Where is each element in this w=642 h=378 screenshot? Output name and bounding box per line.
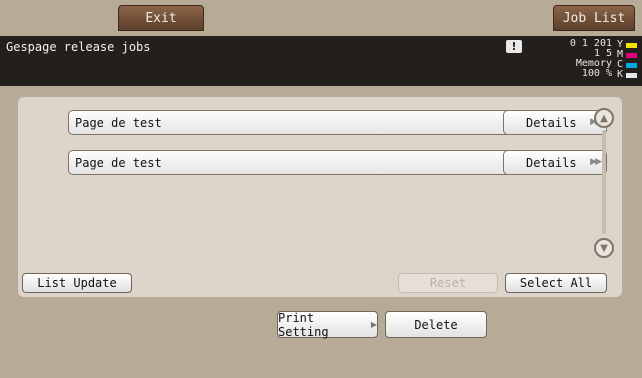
details-label: Details bbox=[526, 115, 577, 130]
counter-display: 0 1 201 1 5 Memory 100 % bbox=[522, 39, 612, 79]
arrow-right-icon: ▶ bbox=[370, 320, 377, 329]
job-name: Page de test bbox=[75, 155, 162, 170]
toner-bar-m bbox=[626, 52, 637, 58]
double-arrow-right-icon: ▶▶ bbox=[590, 157, 602, 167]
status-bar: Gespage release jobs ! 0 1 201 1 5 Memor… bbox=[0, 36, 642, 86]
screen-title: Gespage release jobs bbox=[6, 40, 151, 54]
toner-row-k: K bbox=[613, 70, 639, 80]
memory-value: 100 % bbox=[581, 68, 612, 79]
exit-tab[interactable]: Exit bbox=[118, 5, 204, 31]
top-bar: Exit Job List bbox=[0, 0, 642, 36]
details-button[interactable]: Details ▶▶ bbox=[503, 150, 607, 175]
details-label: Details bbox=[526, 155, 577, 170]
job-name: Page de test bbox=[75, 115, 162, 130]
print-setting-button[interactable]: Print Setting ▶ bbox=[277, 310, 378, 339]
scroll-down-button[interactable]: ▼ bbox=[594, 238, 614, 258]
details-button[interactable]: Details ▶▶ bbox=[503, 110, 607, 135]
reset-button: Reset bbox=[398, 273, 498, 293]
select-all-button[interactable]: Select All bbox=[505, 273, 607, 293]
job-row[interactable]: Page de test bbox=[68, 150, 516, 175]
job-list-panel: Page de test Details ▶▶ Page de test Det… bbox=[18, 97, 622, 297]
list-update-button[interactable]: List Update bbox=[22, 273, 132, 293]
scrollbar-track[interactable] bbox=[602, 130, 606, 234]
warning-icon[interactable]: ! bbox=[506, 40, 522, 53]
toner-levels: Y M C K bbox=[613, 40, 639, 80]
toner-letter: K bbox=[616, 69, 623, 80]
toner-bar-c bbox=[626, 62, 637, 68]
toner-bar-y bbox=[626, 42, 637, 48]
toner-bar-k bbox=[626, 72, 637, 78]
delete-button[interactable]: Delete bbox=[385, 311, 487, 338]
print-setting-label: Print Setting bbox=[278, 310, 329, 339]
job-list-tab[interactable]: Job List bbox=[553, 5, 635, 31]
scroll-up-button[interactable]: ▲ bbox=[594, 108, 614, 128]
job-row[interactable]: Page de test bbox=[68, 110, 516, 135]
